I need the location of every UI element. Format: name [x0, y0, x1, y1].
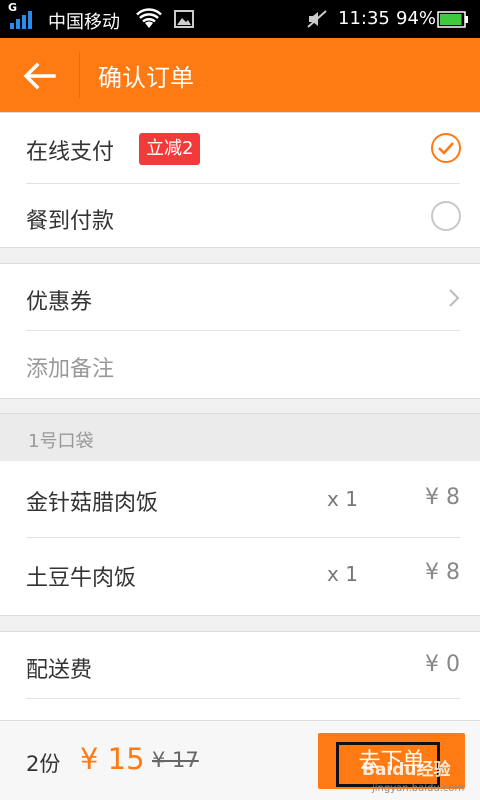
coupon-row[interactable]: 优惠券	[0, 264, 480, 330]
battery-percent: 94%	[396, 8, 437, 29]
original-price: ¥ 17	[152, 748, 199, 772]
page-title: 确认订单	[98, 64, 194, 92]
watermark-url: jingyan.baidu.com	[372, 783, 465, 794]
payment-cod-row[interactable]: 餐到付款	[0, 184, 480, 248]
payment-options: 在线支付 立减2 餐到付款	[0, 112, 480, 248]
payment-online-label: 在线支付	[26, 140, 115, 165]
delivery-fee-label: 配送费	[26, 658, 93, 683]
coupon-label: 优惠券	[26, 290, 93, 315]
item-name: 土豆牛肉饭	[26, 566, 137, 591]
clock: 11:35	[338, 8, 390, 29]
header-divider	[79, 52, 80, 98]
radio-empty-icon[interactable]	[430, 200, 462, 232]
wifi-icon	[136, 8, 162, 28]
payment-online-row[interactable]: 在线支付 立减2	[0, 113, 480, 183]
delivery-fee-price: ¥ 0	[425, 652, 460, 677]
divider	[26, 698, 460, 699]
check-circle-icon[interactable]	[430, 132, 462, 164]
signal-icon	[10, 11, 32, 29]
total-price: ¥ 15	[80, 742, 145, 776]
note-placeholder: 添加备注	[26, 357, 115, 382]
list-item: 土豆牛肉饭 x 1 ¥ 8	[0, 538, 480, 614]
mute-icon	[307, 10, 327, 28]
app-bar: 确认订单	[0, 38, 480, 112]
item-price: ¥ 8	[425, 560, 460, 585]
discount-badge: 立减2	[139, 133, 201, 165]
note-row[interactable]: 添加备注	[0, 331, 480, 399]
carrier-name: 中国移动	[48, 12, 120, 33]
item-count: 2份	[26, 752, 61, 776]
bag-header: 1号口袋	[0, 413, 480, 461]
payment-cod-label: 餐到付款	[26, 209, 115, 234]
delivery-fee-row: 配送费 ¥ 0	[0, 632, 480, 698]
battery-icon	[437, 11, 468, 28]
item-name: 金针菇腊肉饭	[26, 491, 159, 516]
order-extras: 优惠券 添加备注	[0, 263, 480, 399]
bag-items: 金针菇腊肉饭 x 1 ¥ 8 土豆牛肉饭 x 1 ¥ 8	[0, 461, 480, 616]
chevron-right-icon	[449, 289, 460, 307]
item-qty: x 1	[327, 562, 358, 586]
list-item: 金针菇腊肉饭 x 1 ¥ 8	[0, 461, 480, 537]
image-icon	[174, 10, 194, 28]
status-bar: G 中国移动 11:35 94%	[0, 0, 480, 38]
arrow-left-icon[interactable]	[22, 58, 58, 94]
bag-title: 1号口袋	[28, 431, 94, 452]
item-price: ¥ 8	[425, 485, 460, 510]
watermark-logo: Baidu经验	[362, 760, 451, 780]
item-qty: x 1	[327, 487, 358, 511]
checkout-bar: 2份 ¥ 15 ¥ 17 去下单 Baidu经验 jingyan.baidu.c…	[0, 720, 480, 800]
